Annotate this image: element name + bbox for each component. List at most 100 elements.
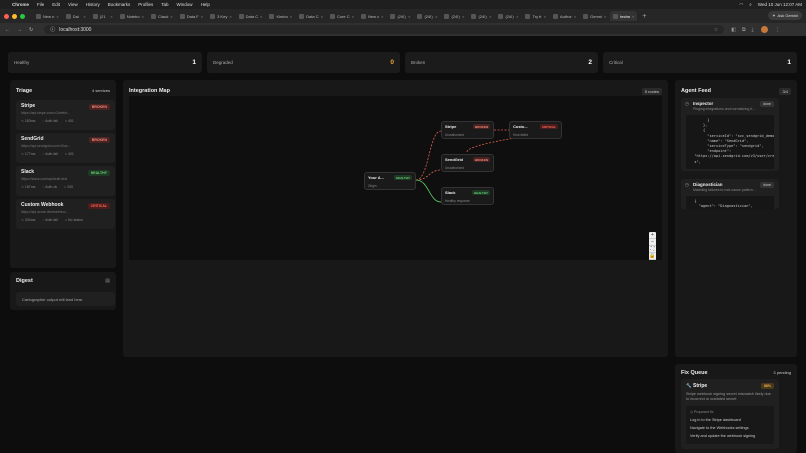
close-tab-icon[interactable]: × [544, 14, 546, 19]
zoom-out-button[interactable]: − [649, 239, 656, 246]
zoom-in-button[interactable]: + [649, 232, 656, 239]
fix-queue-count: 3 pending [773, 370, 791, 375]
close-tab-icon[interactable]: × [56, 14, 58, 19]
stat-label: Broken [411, 60, 426, 65]
close-tab-icon[interactable]: × [321, 14, 323, 19]
address-bar[interactable]: ⓘ localhost:3000 ☆ [44, 25, 725, 34]
bookmark-star-icon[interactable]: ☆ [714, 27, 718, 33]
close-tab-icon[interactable]: × [462, 14, 464, 19]
menu-edit[interactable]: Edit [52, 2, 60, 7]
site-info-icon[interactable]: ⓘ [50, 26, 55, 33]
close-tab-icon[interactable]: × [435, 14, 437, 19]
wifi-icon[interactable]: ◠ [739, 2, 743, 8]
menu-window[interactable]: Window [177, 2, 193, 7]
tab-label: 3 Key [217, 13, 228, 19]
menu-view[interactable]: View [68, 2, 78, 7]
browser-tab[interactable]: Try fr × [522, 11, 549, 21]
close-tab-icon[interactable]: × [83, 14, 85, 19]
menubar-clock[interactable]: Wed 10 Jun 12:07 AM [758, 2, 802, 7]
browser-tab[interactable]: Data F × [177, 11, 206, 21]
digest-copy-icon[interactable]: ▤ [105, 278, 110, 284]
map-node-sendgrid[interactable]: SendGrid Unauthorized BROKEN [441, 154, 494, 172]
browser-tab[interactable]: (24!) × [468, 11, 494, 21]
close-tab-icon[interactable]: × [574, 14, 576, 19]
menu-help[interactable]: Help [201, 2, 210, 7]
map-node-stripe[interactable]: Stripe Unauthorized BROKEN [441, 121, 494, 139]
back-icon[interactable]: ← [5, 27, 10, 33]
browser-tab[interactable]: Kimbo × [266, 11, 295, 21]
close-tab-icon[interactable]: × [516, 14, 518, 19]
menu-bookmarks[interactable]: Bookmarks [108, 2, 131, 7]
zoom-window-button[interactable] [20, 13, 25, 19]
close-tab-icon[interactable]: × [408, 14, 410, 19]
browser-tab[interactable]: Data C × [296, 11, 326, 21]
minimize-window-button[interactable] [12, 13, 17, 19]
close-tab-icon[interactable]: × [381, 14, 383, 19]
close-tab-icon[interactable]: × [142, 14, 144, 19]
extensions-area: ◧ ⧉ ⤓ [731, 27, 754, 33]
map-node-custom[interactable]: Custo... Host failed CRITICAL [509, 121, 562, 139]
puzzle-icon[interactable]: ⧉ [742, 27, 746, 33]
service-card[interactable]: Stripe BROKEN https://api.stripe.com/v1/we… [16, 100, 115, 130]
browser-tab[interactable]: Core C × [327, 11, 357, 21]
close-window-button[interactable] [4, 13, 9, 19]
ask-gemini-button[interactable]: ✦ Ask Gemini [768, 11, 802, 20]
map-node-origin[interactable]: Your A... Origin HEALTHY [364, 172, 416, 190]
close-tab-icon[interactable]: × [260, 14, 262, 19]
map-node-slack[interactable]: Slack Healthy response HEALTHY [441, 187, 494, 205]
browser-tab[interactable]: New c × [358, 11, 386, 21]
map-node-count: 5 nodes [641, 88, 662, 95]
browser-tab[interactable]: (24!) × [387, 11, 413, 21]
close-tab-icon[interactable]: × [632, 14, 634, 19]
forward-icon[interactable]: → [17, 27, 22, 33]
browser-tab[interactable]: Dai × [63, 11, 89, 21]
menu-history[interactable]: History [86, 2, 100, 7]
tab-label: (24!) [424, 13, 433, 19]
menu-profiles[interactable]: Profiles [138, 2, 153, 7]
browser-tab[interactable]: New n × [33, 11, 62, 21]
close-tab-icon[interactable]: × [170, 14, 172, 19]
app-menu[interactable]: Chrome [12, 2, 29, 7]
browser-tab[interactable]: Claud × [148, 11, 176, 21]
browser-tab[interactable]: (24!) × [495, 11, 521, 21]
browser-tab[interactable]: Notebo × [117, 11, 147, 21]
menu-tab[interactable]: Tab [161, 2, 168, 7]
agent-card-diagnostician[interactable]: ◷ Diagnostician Matching failures to roo… [681, 179, 779, 210]
browser-tab[interactable]: Data C × [236, 11, 266, 21]
close-tab-icon[interactable]: × [604, 14, 606, 19]
menu-file[interactable]: File [37, 2, 44, 7]
browser-tab[interactable]: Author × [550, 11, 579, 21]
browser-tab[interactable]: 3 Key × [207, 11, 235, 21]
kebab-menu-icon[interactable]: ⋮ [775, 27, 780, 33]
edge-sendgrid-custom [466, 137, 515, 153]
map-canvas[interactable]: Your A... Origin HEALTHY Stripe Unauthor… [129, 96, 662, 260]
fit-view-button[interactable]: ⛶ [649, 246, 656, 253]
browser-tab[interactable]: (24!) × [441, 11, 467, 21]
service-card[interactable]: Custom Webhook CRITICAL https://api.acme.d… [16, 199, 115, 229]
close-tab-icon[interactable]: × [229, 14, 231, 19]
new-tab-button[interactable]: + [642, 13, 646, 20]
browser-tab[interactable]: (24!) × [414, 11, 440, 21]
lock-button[interactable]: 🔒 [649, 253, 656, 260]
browser-tab[interactable]: Gemni × [580, 11, 609, 21]
service-card[interactable]: Slack HEALTHY https://slack.com/api/auth.t… [16, 166, 115, 196]
reload-icon[interactable]: ↻ [29, 27, 33, 33]
close-tab-icon[interactable]: × [352, 14, 354, 19]
close-tab-icon[interactable]: × [489, 14, 491, 19]
browser-tab[interactable]: (21 × [90, 11, 116, 21]
service-card[interactable]: SendGrid BROKEN https://api.sendgrid.com/v… [16, 133, 115, 163]
tab-label: techn [620, 13, 631, 19]
stat-label: Critical [609, 60, 623, 65]
proposed-fix-label: Proposed fix [694, 410, 714, 415]
search-icon[interactable]: ⌕ [749, 2, 752, 7]
profile-avatar[interactable] [760, 26, 768, 33]
extension-icon[interactable]: ◧ [731, 27, 736, 33]
close-tab-icon[interactable]: × [110, 14, 112, 19]
browser-tab[interactable]: techn × [610, 11, 638, 21]
tab-label: (24!) [505, 13, 514, 19]
fix-item-stripe[interactable]: 🔧 Stripe 88% Stripe webhook signing secr… [681, 379, 779, 449]
close-tab-icon[interactable]: × [290, 14, 292, 19]
close-tab-icon[interactable]: × [201, 14, 203, 19]
agent-card-inspector[interactable]: ◷ Inspector Pinging integrations and nor… [681, 98, 779, 171]
download-icon[interactable]: ⤓ [752, 27, 754, 33]
